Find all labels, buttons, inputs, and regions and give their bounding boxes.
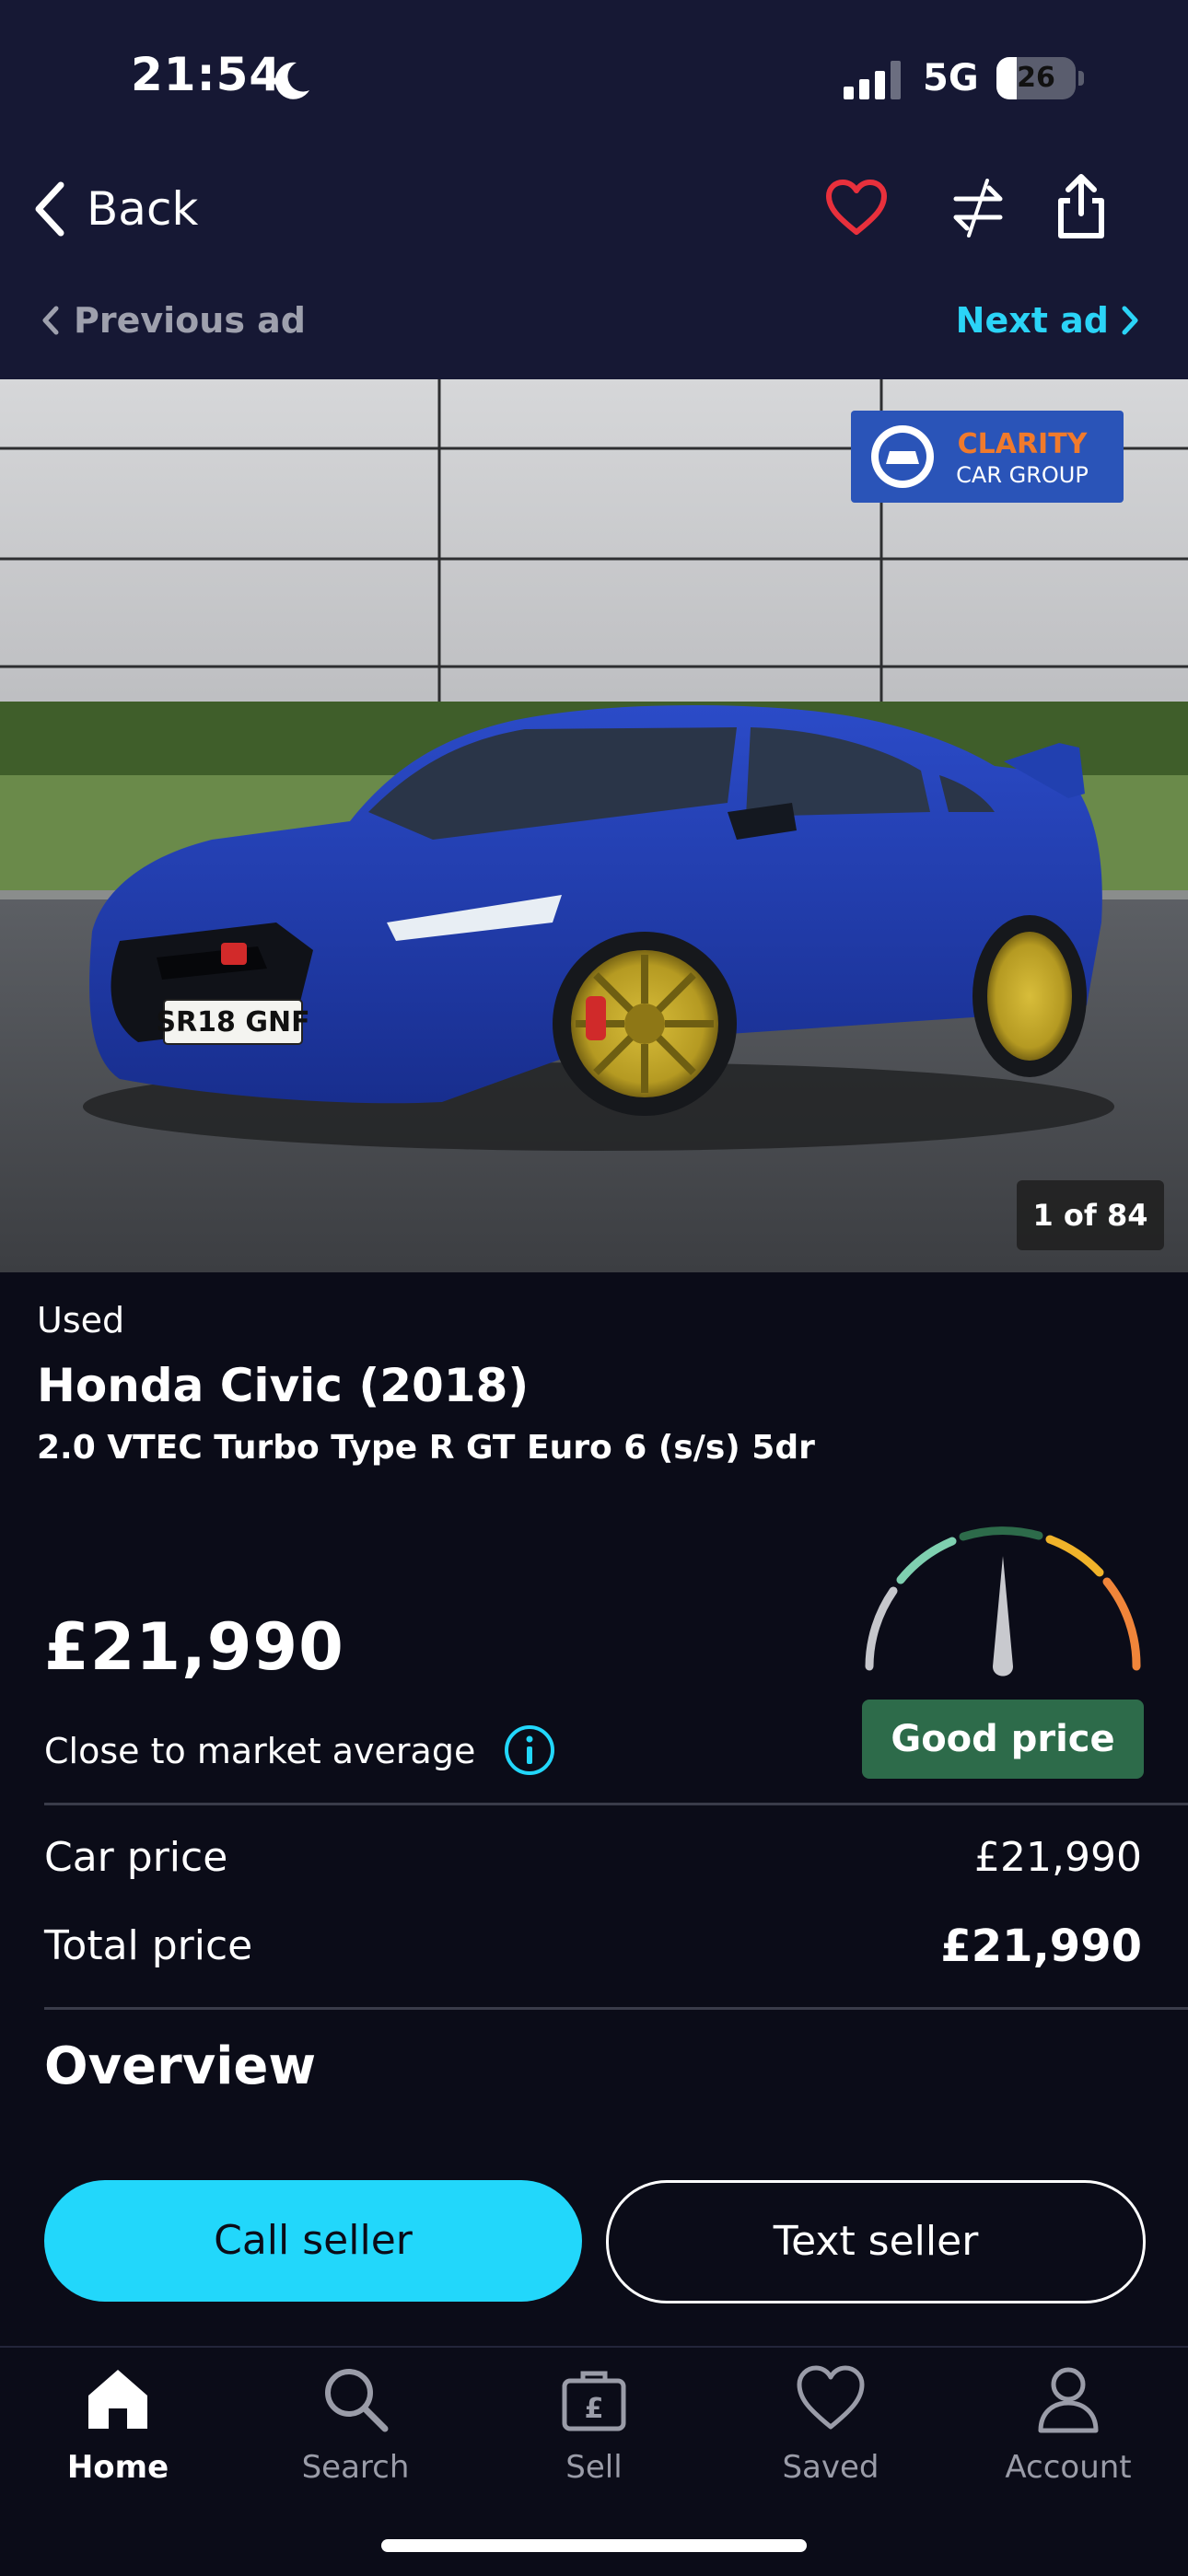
previous-ad-link[interactable]: Previous ad <box>41 300 306 341</box>
car-price-label: Car price <box>44 1834 228 1881</box>
total-price-value: £21,990 <box>940 1920 1142 1972</box>
total-price-label: Total price <box>44 1922 253 1969</box>
chevron-left-icon <box>35 181 64 237</box>
share-icon[interactable] <box>1052 171 1111 241</box>
nav-saved[interactable]: Saved <box>729 2353 932 2486</box>
next-ad-label: Next ad <box>955 300 1109 341</box>
nav-search-label: Search <box>301 2449 410 2486</box>
number-plate: SR18 GNF <box>156 1006 309 1039</box>
svg-text:£: £ <box>585 2393 604 2425</box>
nav-home-label: Home <box>66 2449 169 2486</box>
market-comparison-text: Close to market average <box>44 1731 476 1771</box>
next-ad-link[interactable]: Next ad <box>956 300 1140 341</box>
nav-sell-label: Sell <box>565 2449 623 2486</box>
moon-icon <box>274 62 309 99</box>
search-icon <box>325 2369 389 2432</box>
price-gauge-icon <box>865 1526 1141 1677</box>
network-type: 5G <box>923 57 979 99</box>
home-icon <box>88 2370 147 2429</box>
heart-icon <box>797 2365 865 2430</box>
previous-ad-label: Previous ad <box>74 300 307 341</box>
dealer-logo-line1: CLARITY <box>958 428 1089 460</box>
call-seller-button[interactable]: Call seller <box>44 2180 582 2302</box>
listing-title: Honda Civic (2018) <box>37 1359 530 1412</box>
favorite-heart-icon[interactable] <box>825 179 888 238</box>
nav-search[interactable]: Search <box>254 2353 457 2486</box>
battery-icon: 26 <box>996 57 1085 99</box>
divider <box>44 2007 1188 2010</box>
photo-counter: 1 of 84 <box>1017 1180 1164 1250</box>
person-icon <box>1038 2367 1099 2433</box>
chevron-right-icon <box>1122 306 1138 335</box>
sell-pound-icon: £ <box>562 2371 626 2431</box>
status-time: 21:54 <box>131 48 283 101</box>
nav-account-label: Account <box>1005 2449 1132 2486</box>
back-label: Back <box>87 182 199 236</box>
car-photo[interactable]: SR18 GNF CLARITY CAR GROUP <box>0 379 1188 1272</box>
overview-heading: Overview <box>44 2036 317 2096</box>
nav-home[interactable]: Home <box>17 2353 219 2486</box>
back-button[interactable]: Back <box>31 175 198 243</box>
condition-label: Used <box>37 1300 125 1340</box>
dealer-logo-line2: CAR GROUP <box>956 462 1089 488</box>
listing-subtitle: 2.0 VTEC Turbo Type R GT Euro 6 (s/s) 5d… <box>37 1429 815 1467</box>
nav-sell[interactable]: £ Sell <box>493 2353 695 2486</box>
chevron-left-icon <box>42 306 59 335</box>
divider <box>44 1803 1188 1805</box>
home-indicator <box>381 2539 807 2552</box>
price-rating-badge: Good price <box>862 1700 1144 1779</box>
price: £21,990 <box>44 1609 344 1685</box>
nav-account[interactable]: Account <box>967 2353 1170 2486</box>
compare-arrows-icon[interactable] <box>947 177 1009 239</box>
signal-icon <box>844 61 901 99</box>
info-icon[interactable] <box>503 1723 556 1777</box>
battery-level: 26 <box>1017 62 1055 94</box>
car-price-value: £21,990 <box>974 1834 1142 1881</box>
text-seller-button[interactable]: Text seller <box>606 2180 1146 2303</box>
nav-saved-label: Saved <box>782 2449 879 2486</box>
